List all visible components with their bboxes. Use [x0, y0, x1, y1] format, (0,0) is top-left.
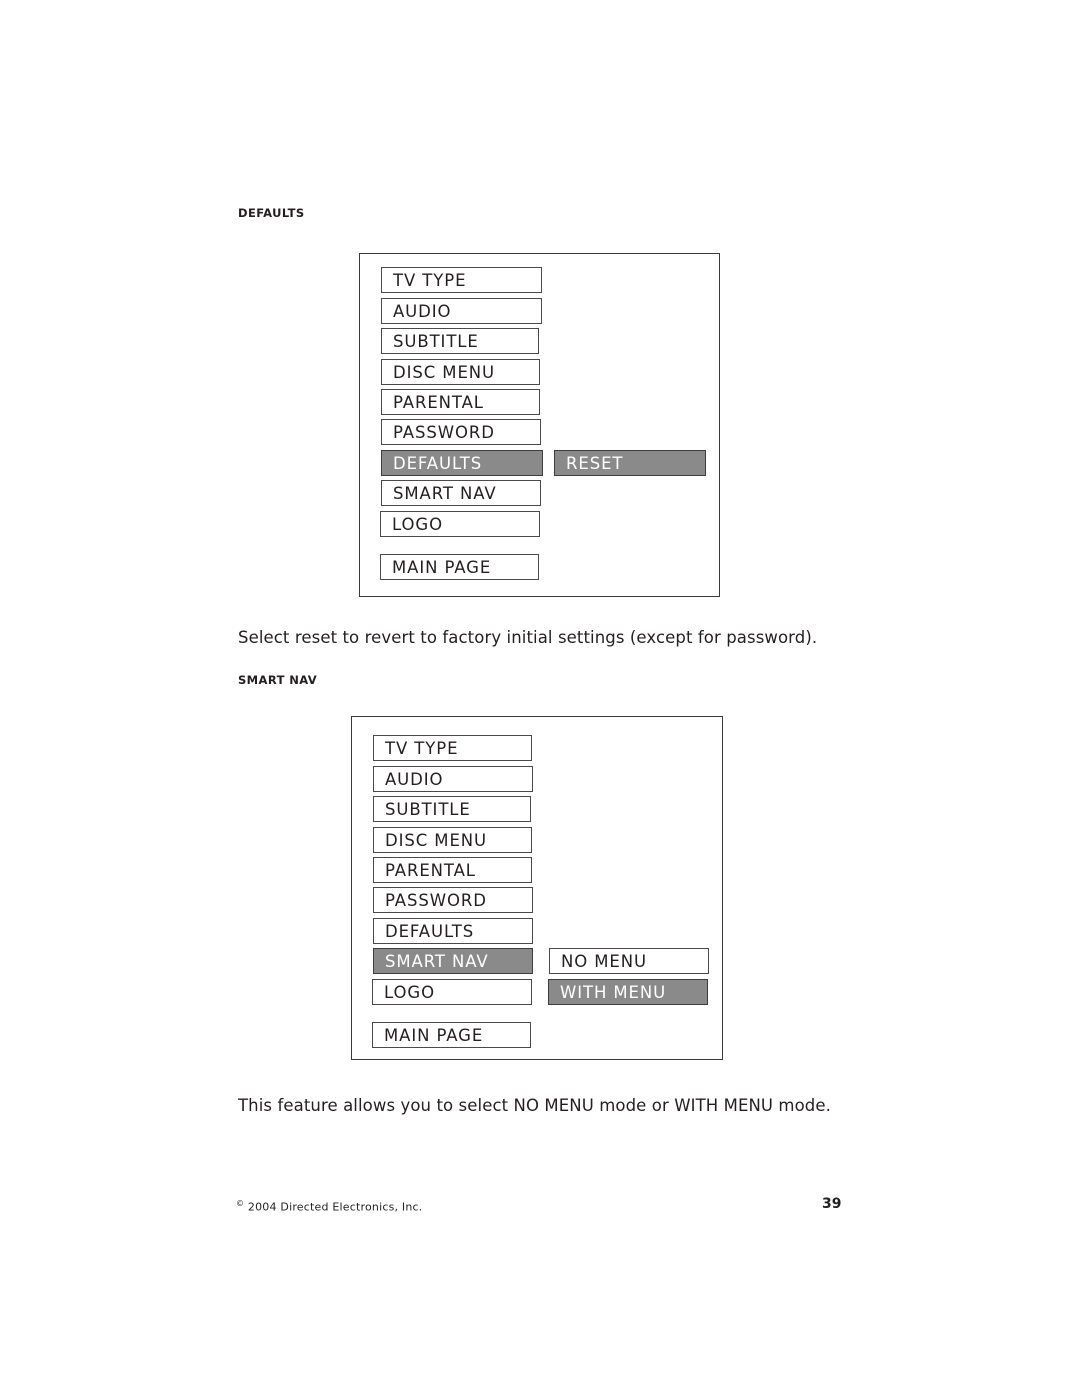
page-number: 39	[822, 1196, 842, 1212]
menu-item-label: DISC MENU	[385, 830, 487, 850]
menu-item-label: SMART NAV	[393, 483, 497, 503]
menu-item-tv-type-2[interactable]: TV TYPE	[373, 735, 532, 761]
submenu-item-reset[interactable]: RESET	[554, 450, 706, 476]
submenu-item-no-menu[interactable]: NO MENU	[549, 948, 709, 974]
menu-item-label: TV TYPE	[393, 270, 467, 290]
copyright-text: 2004 Directed Electronics, Inc.	[247, 1200, 423, 1214]
menu-item-audio[interactable]: AUDIO	[381, 298, 542, 324]
caption-smart-nav: This feature allows you to select NO MEN…	[238, 1096, 831, 1115]
menu-item-label: MAIN PAGE	[392, 557, 492, 577]
menu-item-label: PARENTAL	[393, 392, 484, 412]
menu-item-label: DEFAULTS	[393, 453, 483, 473]
menu-item-main-page-2[interactable]: MAIN PAGE	[372, 1022, 531, 1048]
menu-item-password[interactable]: PASSWORD	[381, 419, 541, 445]
menu-item-smart-nav[interactable]: SMART NAV	[381, 480, 541, 506]
menu-item-subtitle[interactable]: SUBTITLE	[381, 328, 539, 354]
menu-item-parental-2[interactable]: PARENTAL	[373, 857, 532, 883]
menu-item-defaults-2[interactable]: DEFAULTS	[373, 918, 533, 944]
menu-item-label: DEFAULTS	[385, 921, 475, 941]
caption-defaults: Select reset to revert to factory initia…	[238, 628, 818, 647]
menu-item-label: AUDIO	[385, 769, 444, 789]
menu-item-label: LOGO	[392, 514, 443, 534]
submenu-item-label: RESET	[566, 453, 624, 473]
submenu-item-label: NO MENU	[561, 951, 647, 971]
menu-item-main-page[interactable]: MAIN PAGE	[380, 554, 539, 580]
menu-item-tv-type[interactable]: TV TYPE	[381, 267, 542, 293]
menu-item-label: DISC MENU	[393, 362, 495, 382]
menu-item-smart-nav-2[interactable]: SMART NAV	[373, 948, 533, 974]
menu-item-label: TV TYPE	[385, 738, 459, 758]
menu-item-disc-menu-2[interactable]: DISC MENU	[373, 827, 532, 853]
menu-item-logo[interactable]: LOGO	[380, 511, 540, 537]
menu-item-label: PARENTAL	[385, 860, 476, 880]
submenu-item-with-menu[interactable]: WITH MENU	[548, 979, 708, 1005]
document-page: DEFAULTS TV TYPE AUDIO SUBTITLE DISC MEN…	[0, 0, 1080, 1397]
menu-item-label: MAIN PAGE	[384, 1025, 484, 1045]
menu-item-label: PASSWORD	[393, 422, 495, 442]
menu-item-label: LOGO	[384, 982, 435, 1002]
menu-item-label: PASSWORD	[385, 890, 487, 910]
section-label-smart-nav: SMART NAV	[238, 673, 318, 687]
submenu-item-label: WITH MENU	[560, 982, 667, 1002]
menu-item-label: SUBTITLE	[385, 799, 471, 819]
footer-copyright: © 2004 Directed Electronics, Inc.	[236, 1199, 423, 1214]
section-label-defaults: DEFAULTS	[238, 206, 305, 220]
menu-item-disc-menu[interactable]: DISC MENU	[381, 359, 540, 385]
menu-item-label: SMART NAV	[385, 951, 489, 971]
copyright-symbol: ©	[236, 1199, 245, 1208]
menu-item-label: SUBTITLE	[393, 331, 479, 351]
menu-item-audio-2[interactable]: AUDIO	[373, 766, 533, 792]
menu-item-logo-2[interactable]: LOGO	[372, 979, 532, 1005]
menu-item-password-2[interactable]: PASSWORD	[373, 887, 533, 913]
menu-item-parental[interactable]: PARENTAL	[381, 389, 540, 415]
menu-item-label: AUDIO	[393, 301, 452, 321]
menu-item-defaults[interactable]: DEFAULTS	[381, 450, 543, 476]
menu-item-subtitle-2[interactable]: SUBTITLE	[373, 796, 531, 822]
